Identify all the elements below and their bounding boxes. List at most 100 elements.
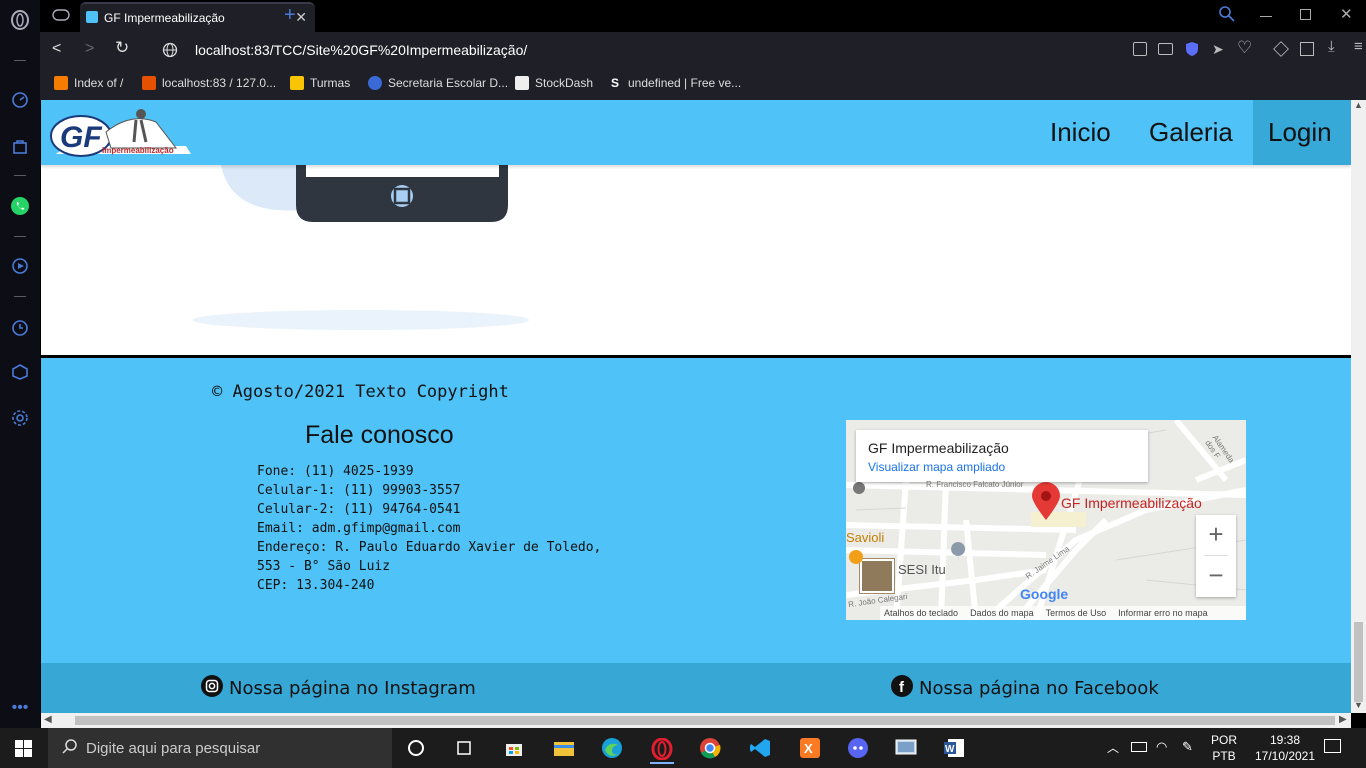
menu-icon[interactable]: ≡ xyxy=(1354,38,1363,55)
address-line: Endereço: R. Paulo Eduardo Xavier de Tol… xyxy=(257,540,602,574)
shopping-bag-icon[interactable] xyxy=(10,136,30,156)
bookmark-item[interactable]: localhost:83 / 127.0... xyxy=(142,76,276,90)
close-window-icon[interactable]: ✕ xyxy=(1340,5,1353,23)
bookmark-item[interactable]: Sundefined | Free ve... xyxy=(608,76,741,90)
search-tabs-icon[interactable] xyxy=(1218,5,1236,28)
tab-bar: GF Impermeabilização ✕ + ✕ xyxy=(40,0,1366,32)
word-icon[interactable]: W xyxy=(942,736,966,760)
send-icon[interactable]: ➤ xyxy=(1212,41,1224,58)
tray-expand-icon[interactable]: ︿ xyxy=(1107,739,1119,756)
windows-start-icon[interactable] xyxy=(15,740,32,762)
windows-taskbar: Digite aqui para pesquisar X W ︿ ◠ ✎ POR… xyxy=(0,728,1366,768)
player-icon[interactable] xyxy=(10,256,30,276)
map-street-label: R. Francisco Falcato Júnior xyxy=(926,480,1024,489)
favorites-heart-icon[interactable]: ♡ xyxy=(1237,38,1252,58)
battery-icon[interactable] xyxy=(1131,742,1147,752)
camera-icon[interactable] xyxy=(1158,43,1173,55)
clock[interactable]: 19:38 17/10/2021 xyxy=(1250,732,1320,764)
browser-sidebar: ••• xyxy=(0,0,40,728)
copyright-text: © Agosto/2021 Texto Copyright xyxy=(212,382,509,402)
edge-icon[interactable] xyxy=(600,736,624,760)
map-poi-sesi[interactable]: SESI Itu xyxy=(898,562,946,577)
zoom-in-icon[interactable]: + xyxy=(1196,515,1236,555)
settings-gear-icon[interactable] xyxy=(10,408,30,428)
google-map-embed[interactable]: GF Impermeabilização Visualizar mapa amp… xyxy=(846,420,1246,620)
map-place-name: GF Impermeabilização xyxy=(868,440,1009,456)
nav-home[interactable]: Inicio xyxy=(1035,100,1126,165)
history-icon[interactable] xyxy=(10,318,30,338)
box-icon[interactable] xyxy=(1300,42,1314,56)
chrome-icon[interactable] xyxy=(698,736,722,760)
horizontal-scrollbar[interactable]: ◀ ▶ xyxy=(41,713,1351,728)
file-explorer-icon[interactable] xyxy=(552,736,576,760)
cep-line: CEP: 13.304-240 xyxy=(257,578,375,593)
wifi-icon[interactable]: ◠ xyxy=(1156,739,1167,755)
site-info-icon[interactable] xyxy=(162,42,178,63)
logo-subtitle: Impermeabilização xyxy=(102,146,174,155)
document-icon xyxy=(515,76,529,90)
clock-time: 19:38 xyxy=(1269,733,1301,747)
notifications-icon[interactable] xyxy=(1324,739,1341,753)
xampp-taskbar-icon[interactable]: X xyxy=(798,736,822,760)
vpn-shield-icon[interactable] xyxy=(1185,41,1199,62)
download-icon[interactable]: ⤓ xyxy=(1328,38,1335,55)
map-terms-link[interactable]: Termos de Uso xyxy=(1046,608,1107,618)
nav-login[interactable]: Login xyxy=(1253,100,1351,165)
system-app-icon[interactable] xyxy=(894,736,918,760)
more-icon[interactable]: ••• xyxy=(10,698,30,718)
map-report-link[interactable]: Informar erro no mapa xyxy=(1118,608,1208,618)
pen-icon[interactable]: ✎ xyxy=(1182,739,1193,755)
bookmark-item[interactable]: Turmas xyxy=(290,76,350,90)
reload-icon[interactable]: ↻ xyxy=(115,38,129,58)
vertical-scrollbar[interactable]: ▲ ▼ xyxy=(1351,100,1366,713)
restore-icon[interactable] xyxy=(1300,9,1311,20)
site-favicon-icon xyxy=(86,11,98,23)
map-poi-savioli[interactable]: Savioli xyxy=(846,530,884,545)
facebook-label: Nossa página no Facebook xyxy=(919,678,1159,699)
bookmark-item[interactable]: Secretaria Escolar D... xyxy=(368,76,508,90)
instagram-link[interactable]: Nossa página no Instagram xyxy=(201,675,476,702)
nav-gallery[interactable]: Galeria xyxy=(1134,100,1248,165)
bookmark-item[interactable]: StockDash xyxy=(515,76,593,90)
url-field[interactable]: localhost:83/TCC/Site%20GF%20Impermeabil… xyxy=(195,42,527,58)
language-indicator[interactable]: POR PTB xyxy=(1206,732,1242,764)
close-tab-icon[interactable]: ✕ xyxy=(295,9,307,26)
tab-active[interactable]: GF Impermeabilização ✕ xyxy=(80,2,315,32)
gamepad-icon[interactable] xyxy=(52,8,70,27)
opera-logo-icon[interactable] xyxy=(10,10,30,30)
facebook-link[interactable]: f Nossa página no Facebook xyxy=(891,675,1159,702)
speed-dial-icon[interactable] xyxy=(10,90,30,110)
map-pin-label[interactable]: GF Impermeabilização xyxy=(1061,495,1202,511)
map-data-link[interactable]: Dados do mapa xyxy=(970,608,1034,618)
clock-date: 17/10/2021 xyxy=(1254,749,1316,763)
svg-text:W: W xyxy=(945,744,955,755)
cube-icon[interactable] xyxy=(1273,41,1289,57)
minimize-icon[interactable] xyxy=(1260,16,1272,17)
whatsapp-icon[interactable] xyxy=(10,196,30,216)
task-view-icon[interactable] xyxy=(452,736,476,760)
discord-icon[interactable] xyxy=(846,736,870,760)
facebook-icon: f xyxy=(891,675,913,702)
site-footer: © Agosto/2021 Texto Copyright Fale conos… xyxy=(41,355,1351,663)
site-logo[interactable]: GF Impermeabilização xyxy=(46,102,192,160)
opera-taskbar-icon[interactable] xyxy=(650,736,674,764)
cell1-line: Celular-1: (11) 99903-3557 xyxy=(257,483,461,498)
extensions-icon[interactable] xyxy=(10,362,30,382)
forward-icon[interactable]: > xyxy=(85,40,94,58)
store-icon[interactable] xyxy=(502,736,526,760)
cortana-icon[interactable] xyxy=(404,736,428,760)
share-icon[interactable] xyxy=(1133,42,1147,56)
address-bar: < > ↻ localhost:83/TCC/Site%20GF%20Imper… xyxy=(40,32,1366,68)
zoom-out-icon[interactable]: − xyxy=(1196,556,1236,596)
map-keyboard-shortcuts-link[interactable]: Atalhos do teclado xyxy=(884,608,958,618)
site-header: GF Impermeabilização Inicio Galeria Logi… xyxy=(41,100,1351,165)
taskbar-search[interactable]: Digite aqui para pesquisar xyxy=(48,728,392,768)
vscode-icon[interactable] xyxy=(748,736,772,760)
back-icon[interactable]: < xyxy=(52,40,61,58)
language-top: POR xyxy=(1210,733,1237,747)
page-viewport: GF Impermeabilização Inicio Galeria Logi… xyxy=(41,100,1351,713)
bookmark-item[interactable]: Index of / xyxy=(54,76,123,90)
new-tab-icon[interactable]: + xyxy=(284,4,296,27)
map-view-larger-link[interactable]: Visualizar mapa ampliado xyxy=(868,460,1005,474)
phpmyadmin-icon xyxy=(142,76,156,90)
